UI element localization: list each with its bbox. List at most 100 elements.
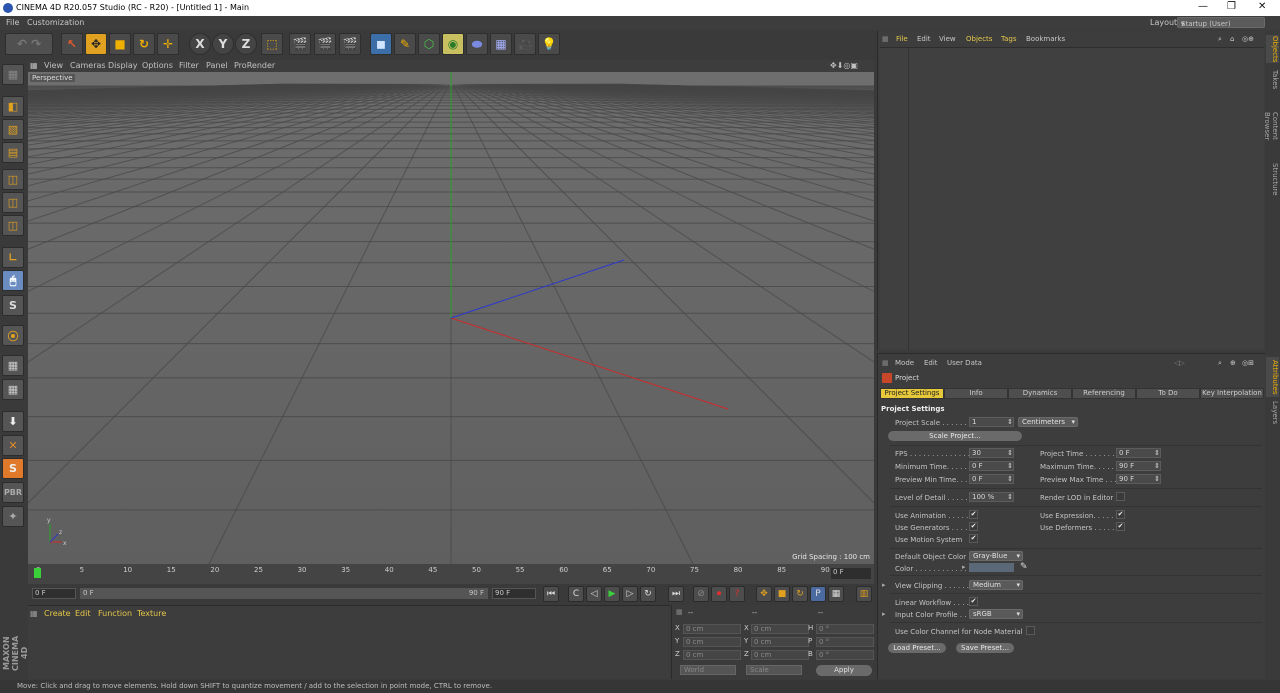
scale-project-button[interactable]: Scale Project...: [888, 431, 1022, 441]
tab-structure[interactable]: Structure: [1266, 161, 1279, 197]
preview-min-field[interactable]: 0 F ⇕: [969, 474, 1014, 484]
coord-system-dropdown[interactable]: World: [680, 665, 736, 675]
rotate-tool-icon[interactable]: ↻: [133, 33, 155, 55]
array-generator-icon[interactable]: ◉: [442, 33, 464, 55]
tab-info[interactable]: Info: [944, 388, 1008, 399]
maximize-button[interactable]: ❐: [1227, 1, 1236, 12]
end-frame-field[interactable]: 90 F: [492, 588, 536, 599]
model-mode-icon[interactable]: ◧: [2, 96, 24, 117]
tab-takes[interactable]: Takes: [1266, 69, 1279, 91]
project-time-field[interactable]: 0 F ⇕: [1116, 448, 1161, 458]
view-clipping-dropdown[interactable]: Medium ▾: [969, 580, 1023, 590]
make-editable-icon[interactable]: ▦: [2, 64, 24, 85]
key-rotation-icon[interactable]: ↻: [792, 586, 808, 602]
render-view-icon[interactable]: 🎬: [289, 33, 311, 55]
view-clip-expand-arrow[interactable]: ▸: [882, 581, 886, 589]
sketch-icon[interactable]: S: [2, 458, 24, 479]
use-deformers-checkbox[interactable]: ✔: [1116, 522, 1125, 531]
vp-menu-cameras[interactable]: Cameras: [70, 61, 106, 70]
playhead-marker[interactable]: [34, 568, 41, 578]
position-x-field[interactable]: 0 cm: [683, 624, 741, 634]
layout-select[interactable]: Startup (User) ▾: [1177, 17, 1265, 28]
key-pla-icon[interactable]: ▦: [828, 586, 844, 602]
y-axis-lock-icon[interactable]: Y: [212, 33, 234, 55]
live-selection-icon[interactable]: ↖: [61, 33, 83, 55]
close-button[interactable]: ✕: [1258, 1, 1266, 12]
edges-mode-icon[interactable]: ◫: [2, 192, 24, 213]
vp-menu-display[interactable]: Display: [108, 61, 138, 70]
tweak-mode-icon[interactable]: 🖱: [2, 270, 24, 291]
attr-search-icon[interactable]: ⌕: [1218, 359, 1222, 368]
obj-menu-edit[interactable]: Edit: [917, 35, 931, 43]
object-list[interactable]: [880, 47, 1264, 350]
attr-menu-edit[interactable]: Edit: [924, 359, 938, 367]
keyframe-selection-icon[interactable]: ?: [729, 586, 745, 602]
planar-workplane-icon[interactable]: ▦: [2, 379, 24, 400]
use-animation-checkbox[interactable]: ✔: [969, 510, 978, 519]
eyedropper-icon[interactable]: ✎: [1020, 562, 1028, 572]
floor-scene-icon[interactable]: ▦: [490, 33, 512, 55]
points-mode-icon[interactable]: ◫: [2, 169, 24, 190]
search-icon[interactable]: ⌕: [1218, 35, 1222, 44]
use-generators-checkbox[interactable]: ✔: [969, 522, 978, 531]
obj-menu-tags[interactable]: Tags: [1001, 35, 1017, 43]
viewport-nav-icon[interactable]: ✥⬇◎▣: [830, 61, 858, 70]
prev-key-icon[interactable]: C: [568, 586, 584, 602]
minimize-button[interactable]: —: [1198, 1, 1208, 12]
size-z-field[interactable]: 0 cm: [751, 650, 809, 660]
timeline-window-icon[interactable]: ▥: [856, 586, 872, 602]
timeline-ruler[interactable]: 051015202530354045505560657075808590 0 F: [28, 564, 874, 584]
mat-menu-edit[interactable]: Edit: [75, 609, 91, 618]
project-scale-unit-dropdown[interactable]: Centimeters ▾: [1018, 417, 1078, 427]
snap-icon[interactable]: S: [2, 295, 24, 316]
preview-range-slider[interactable]: 0 F 90 F: [80, 588, 488, 599]
attr-lock-icon[interactable]: ⊕: [1230, 359, 1236, 367]
autokey-icon[interactable]: ⏺: [711, 586, 727, 602]
project-scale-field[interactable]: 1 ⇕: [969, 417, 1014, 427]
node-material-checkbox[interactable]: [1026, 626, 1035, 635]
tab-project-settings[interactable]: Project Settings: [880, 388, 944, 399]
goto-start-icon[interactable]: ⏮: [543, 586, 559, 602]
coordinate-system-icon[interactable]: ⬚: [261, 33, 283, 55]
magnet-icon[interactable]: ⦿: [2, 325, 24, 346]
axis-mode-icon[interactable]: ∟: [2, 247, 24, 268]
next-key-icon[interactable]: ↻: [640, 586, 656, 602]
obj-menu-view[interactable]: View: [939, 35, 956, 43]
input-color-expand-arrow[interactable]: ▸: [882, 610, 886, 618]
record-keys-disabled-icon[interactable]: ⊘: [693, 586, 709, 602]
play-icon[interactable]: ▶: [604, 586, 620, 602]
subdivision-surface-icon[interactable]: ⬡: [418, 33, 440, 55]
input-color-profile-dropdown[interactable]: sRGB ▾: [969, 609, 1023, 619]
use-motion-checkbox[interactable]: ✔: [969, 534, 978, 543]
paint-icon[interactable]: ✦: [2, 506, 24, 527]
perspective-viewport[interactable]: y zx Perspective Grid Spacing : 100 cm: [28, 72, 874, 564]
default-color-dropdown[interactable]: Gray-Blue ▾: [969, 551, 1023, 561]
goto-end-icon[interactable]: ⏭: [668, 586, 684, 602]
obj-menu-file[interactable]: File: [896, 35, 908, 43]
download-icon[interactable]: ⬇: [2, 411, 24, 432]
key-parameter-icon[interactable]: P: [810, 586, 826, 602]
polygons-mode-icon[interactable]: ◫: [2, 215, 24, 236]
attr-nav-arrows-icon[interactable]: ◁▷: [1174, 359, 1185, 367]
preview-max-field[interactable]: 90 F ⇕: [1116, 474, 1161, 484]
light-icon[interactable]: 💡: [538, 33, 560, 55]
tab-objects[interactable]: Objects: [1266, 35, 1279, 63]
x-axis-lock-icon[interactable]: X: [189, 33, 211, 55]
tab-to-do[interactable]: To Do: [1136, 388, 1200, 399]
scale-tool-icon[interactable]: ■: [109, 33, 131, 55]
save-preset-button[interactable]: Save Preset...: [956, 643, 1014, 653]
camera-icon[interactable]: 🎥: [514, 33, 536, 55]
use-expression-checkbox[interactable]: ✔: [1116, 510, 1125, 519]
pen-spline-icon[interactable]: ✎: [394, 33, 416, 55]
move-tool-icon[interactable]: ✥: [85, 33, 107, 55]
vp-menu-options[interactable]: Options: [142, 61, 173, 70]
key-position-icon[interactable]: ✥: [756, 586, 772, 602]
recent-tools-icon[interactable]: ✛: [157, 33, 179, 55]
pbr-icon[interactable]: PBR: [2, 482, 24, 503]
size-y-field[interactable]: 0 cm: [751, 637, 809, 647]
tab-referencing[interactable]: Referencing: [1072, 388, 1136, 399]
render-picture-viewer-icon[interactable]: 🎬: [314, 33, 336, 55]
lock-workplane-icon[interactable]: ▦: [2, 355, 24, 376]
attr-new-manager-icon[interactable]: ◎⊞: [1242, 359, 1254, 367]
timeline-end-frame[interactable]: 0 F: [831, 568, 871, 579]
